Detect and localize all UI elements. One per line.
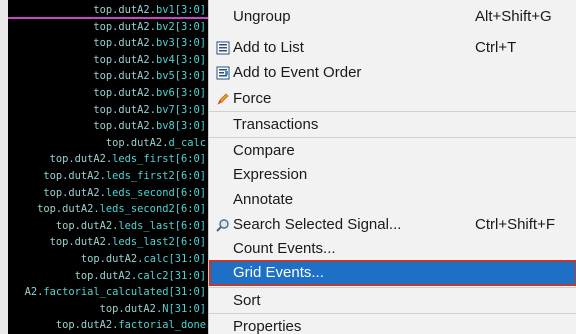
signal-row[interactable]: top.dutA2.bv8[3:0] — [93, 118, 206, 134]
signal-name: leds_last[6:0] — [118, 219, 206, 232]
signal-row[interactable]: top.dutA2.leds_last[6:0] — [56, 218, 206, 234]
signal-name-pane[interactable]: top.dutA2.bv1[3:0] top.dutA2.bv2[3:0] top.… — [8, 0, 208, 334]
signal-path: top.dutA2. — [55, 219, 119, 232]
signal-name: leds_second2[6:0] — [99, 203, 206, 216]
signal-path: top.dutA2. — [93, 20, 156, 33]
signal-name: leds_last2[6:0] — [112, 236, 206, 249]
context-menu: Ungroup Alt+Shift+G Add to List Ctrl+T A… — [208, 0, 576, 334]
menu-item-label: Expression — [233, 166, 308, 183]
signal-name: bv3[3:0] — [155, 37, 206, 50]
signal-row[interactable]: top.dutA2.N[31:0] — [100, 301, 206, 317]
menu-item-label: Transactions — [233, 116, 319, 133]
menu-item-compare[interactable]: Compare — [209, 138, 576, 164]
signal-path: top.dutA2. — [55, 319, 119, 332]
signal-name: bv5[3:0] — [155, 70, 206, 83]
event-order-icon — [216, 66, 230, 80]
signal-path: top.dutA2. — [43, 170, 106, 182]
signal-row[interactable]: top.dutA2.bv5[3:0] — [93, 68, 206, 84]
signal-path: top.dutA2. — [99, 302, 163, 315]
menu-item-shortcut: Alt+Shift+G — [475, 8, 552, 25]
menu-item-label: Compare — [233, 142, 295, 159]
signal-row[interactable]: top.dutA2.calc2[31:0] — [75, 268, 206, 284]
signal-row[interactable]: top.dutA2.bv7[3:0] — [93, 102, 206, 118]
signal-path: top.dutA2. — [49, 153, 113, 166]
search-signal-icon — [216, 219, 229, 232]
signal-path: top.dutA2. — [80, 253, 144, 265]
signal-name: bv6[3:0] — [155, 87, 206, 99]
signal-name: leds_first2[6:0] — [105, 170, 206, 182]
menu-item-sort[interactable]: Sort — [209, 288, 576, 314]
signal-path: top.dutA2. — [93, 70, 156, 83]
menu-item-transactions[interactable]: Transactions — [209, 112, 576, 138]
menu-item-label: Add to List — [233, 39, 304, 56]
menu-item-annotate[interactable]: Annotate — [209, 187, 576, 213]
signal-row[interactable]: top.dutA2.bv3[3:0] — [93, 35, 206, 51]
signal-path: top.dutA2. — [74, 269, 138, 282]
menu-item-expression[interactable]: Expression — [209, 162, 576, 188]
menu-item-label: Annotate — [233, 191, 294, 208]
menu-item-shortcut: Ctrl+Shift+F — [475, 216, 556, 233]
signal-name: calc[31:0] — [143, 253, 206, 265]
signal-row[interactable]: top.dutA2.leds_first2[6:0] — [43, 168, 206, 184]
signal-name: factorial_done — [118, 319, 206, 332]
menu-item-shortcut: Ctrl+T — [475, 39, 517, 56]
signal-row[interactable]: top.dutA2.bv2[3:0] — [93, 19, 206, 35]
menu-item-label: Add to Event Order — [233, 64, 362, 81]
menu-item-label: Sort — [233, 292, 261, 309]
menu-item-grid-events[interactable]: Grid Events... — [209, 260, 576, 286]
signal-name: d_calc — [168, 136, 206, 149]
menu-item-label: Count Events... — [233, 240, 336, 257]
signal-name: N[31:0] — [162, 302, 206, 315]
menu-item-properties[interactable]: Properties — [209, 314, 576, 334]
signal-path: top.dutA2. — [49, 236, 113, 249]
signal-row[interactable]: top.dutA2.bv4[3:0] — [93, 52, 206, 68]
menu-item-add-to-list[interactable]: Add to List Ctrl+T — [209, 35, 576, 61]
menu-item-label: Force — [233, 90, 272, 107]
signal-path: top.dutA2. — [93, 103, 156, 116]
signal-name: bv4[3:0] — [155, 53, 206, 66]
signal-path: top.dutA2. — [93, 87, 156, 99]
signal-name: leds_first[6:0] — [112, 153, 206, 166]
signal-row[interactable]: top.dutA2.calc[31:0] — [81, 251, 206, 267]
signal-name: leds_second[6:0] — [105, 186, 206, 199]
signal-name: calc2[31:0] — [137, 269, 206, 282]
signal-name: bv7[3:0] — [155, 103, 206, 116]
signal-row[interactable]: top.dutA2.leds_last2[6:0] — [50, 234, 206, 250]
signal-name: bv8[3:0] — [155, 120, 206, 133]
menu-item-label: Ungroup — [233, 8, 291, 25]
menu-item-count-events[interactable]: Count Events... — [209, 236, 576, 262]
signal-path: top.dutA2. — [93, 120, 156, 133]
menu-item-label: Properties — [233, 318, 302, 334]
signal-name: bv1[3:0] — [155, 4, 206, 16]
menu-item-label: Grid Events... — [233, 264, 324, 281]
pencil-icon — [217, 93, 229, 105]
signal-row[interactable]: top.dutA2.d_calc — [106, 135, 206, 151]
signal-path: top.dutA2. — [105, 136, 169, 149]
menu-item-label: Search Selected Signal... — [233, 216, 402, 233]
signal-row[interactable]: top.dutA2.leds_first[6:0] — [50, 151, 206, 167]
signal-path: top.dutA2. — [37, 203, 100, 216]
signal-path: A2. — [24, 286, 44, 299]
list-add-icon — [216, 41, 230, 55]
signal-row[interactable]: top.dutA2.bv6[3:0] — [93, 85, 206, 101]
signal-path: top.dutA2. — [93, 53, 156, 66]
menu-item-force[interactable]: Force — [209, 86, 576, 112]
signal-path: top.dutA2. — [93, 4, 156, 16]
signal-name: bv2[3:0] — [155, 20, 206, 33]
menu-item-add-to-event-order[interactable]: Add to Event Order — [209, 60, 576, 86]
signal-row[interactable]: top.dutA2.leds_second2[6:0] — [37, 201, 206, 217]
signal-row[interactable]: top.dutA2.factorial_done — [56, 317, 206, 333]
signal-name: factorial_calculated[31:0] — [43, 286, 206, 299]
signal-path: top.dutA2. — [93, 37, 156, 50]
signal-row[interactable]: top.dutA2.leds_second[6:0] — [43, 185, 206, 201]
signal-row[interactable]: A2.factorial_calculated[31:0] — [25, 284, 206, 300]
selection-underline — [8, 17, 208, 19]
signal-path: top.dutA2. — [43, 186, 106, 199]
menu-item-ungroup[interactable]: Ungroup Alt+Shift+G — [209, 4, 576, 30]
menu-item-search-selected-signal[interactable]: Search Selected Signal... Ctrl+Shift+F — [209, 212, 576, 238]
signal-row[interactable]: top.dutA2.bv1[3:0] — [93, 2, 206, 18]
